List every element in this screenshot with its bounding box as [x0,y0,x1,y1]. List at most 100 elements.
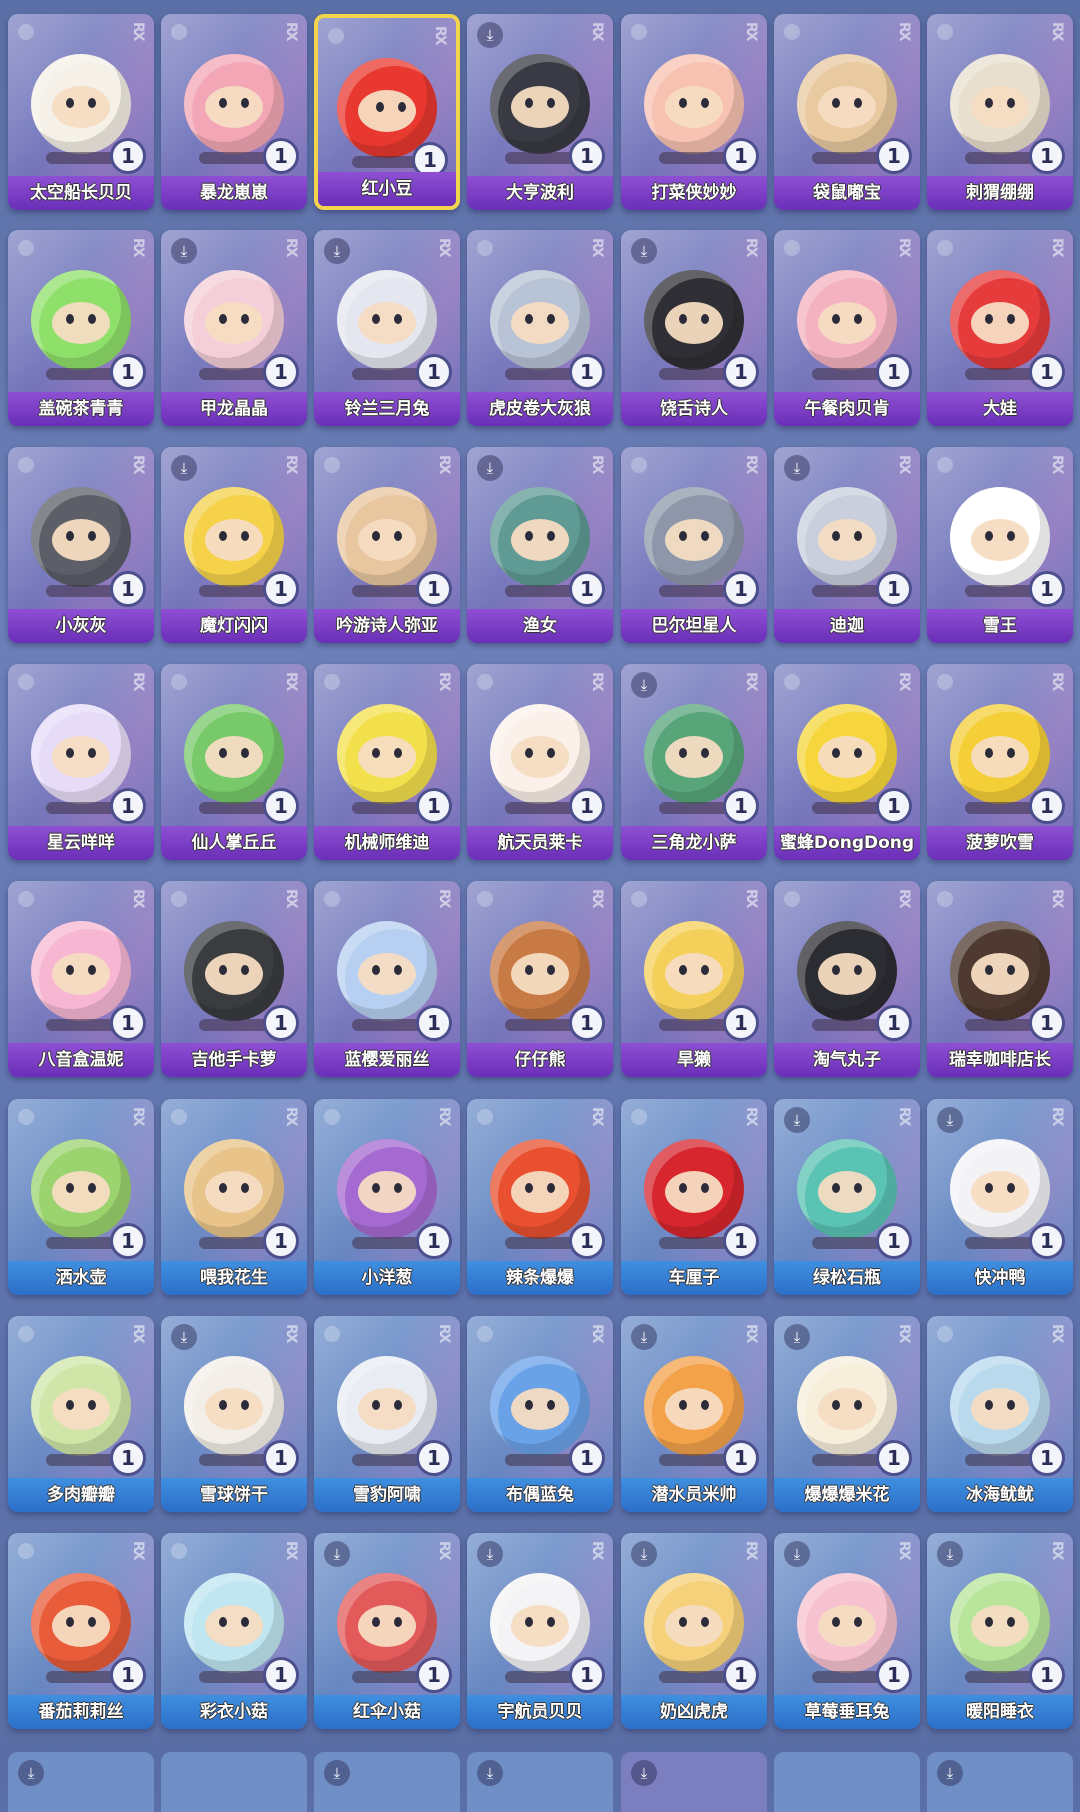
character-eye [832,965,840,975]
character-card[interactable]: RX 1 八音盒温妮 [8,881,154,1077]
download-icon[interactable]: ⤓ [631,1324,657,1350]
character-card-partial[interactable]: ⤓ [314,1752,460,1812]
character-card[interactable]: RX ⤓ 1 渔女 [467,447,613,643]
character-name: 小洋葱 [314,1261,460,1295]
character-card[interactable]: RX 1 多肉瓣瓣 [8,1316,154,1512]
character-card[interactable]: RX 1 星云咩咩 [8,664,154,860]
download-icon[interactable]: ⤓ [171,455,197,481]
character-card[interactable]: RX ⤓ 1 迪迦 [774,447,920,643]
download-icon[interactable]: ⤓ [324,1541,350,1567]
character-card[interactable]: RX ⤓ 1 铃兰三月兔 [314,230,460,426]
download-icon[interactable]: ⤓ [18,1760,44,1786]
character-card[interactable]: RX 1 辣条爆爆 [467,1099,613,1295]
download-icon[interactable]: ⤓ [477,455,503,481]
count-badge: 1 [416,1440,452,1476]
character-name: 布偶蓝兔 [467,1478,613,1512]
character-card[interactable]: RX ⤓ 1 饶舌诗人 [621,230,767,426]
character-card[interactable]: RX 1 淘气丸子 [774,881,920,1077]
character-card[interactable]: RX ⤓ 1 甲龙晶晶 [161,230,307,426]
download-icon[interactable]: ⤓ [937,1541,963,1567]
character-card[interactable]: RX 1 太空船长贝贝 [8,14,154,210]
character-card[interactable]: RX ⤓ 1 雪球饼干 [161,1316,307,1512]
download-icon[interactable]: ⤓ [784,1541,810,1567]
count-badge: 1 [1029,354,1065,390]
character-card[interactable]: RX 1 彩衣小菇 [161,1533,307,1729]
brand-logo-icon: RX [130,1541,146,1559]
character-card[interactable]: RX 1 大娃 [927,230,1073,426]
character-card[interactable]: RX 1 航天员莱卡 [467,664,613,860]
character-card[interactable]: RX 1 刺猬绷绷 [927,14,1073,210]
download-icon[interactable]: ⤓ [324,1760,350,1786]
character-card[interactable]: RX 1 菠萝吹雪 [927,664,1073,860]
character-card-partial[interactable]: ⤓ [621,1752,767,1812]
character-face [818,953,876,995]
character-card[interactable]: RX ⤓ 1 宇航员贝贝 [467,1533,613,1729]
character-card[interactable]: RX ⤓ 1 爆爆爆米花 [774,1316,920,1512]
character-card[interactable]: RX ⤓ 1 潜水员米帅 [621,1316,767,1512]
character-card[interactable]: RX ⤓ 1 红伞小菇 [314,1533,460,1729]
character-card[interactable]: RX 1 盖碗茶青青 [8,230,154,426]
download-icon[interactable]: ⤓ [171,1324,197,1350]
download-icon[interactable]: ⤓ [784,1107,810,1133]
character-card[interactable]: RX ⤓ 1 暖阳睡衣 [927,1533,1073,1729]
character-card[interactable]: RX 1 吉他手卡萝 [161,881,307,1077]
character-card[interactable]: RX 1 仙人掌丘丘 [161,664,307,860]
character-card[interactable]: RX ⤓ 1 快冲鸭 [927,1099,1073,1295]
character-card[interactable]: RX 1 冰海鱿鱿 [927,1316,1073,1512]
download-icon[interactable]: ⤓ [631,238,657,264]
download-icon[interactable]: ⤓ [631,1541,657,1567]
character-card[interactable]: RX 1 车厘子 [621,1099,767,1295]
character-card-partial[interactable] [161,1752,307,1812]
brand-logo-icon: RX [432,26,448,44]
character-card[interactable]: RX 1 蜜蜂DongDong [774,664,920,860]
download-icon[interactable]: ⤓ [324,238,350,264]
character-card[interactable]: RX 1 吟游诗人弥亚 [314,447,460,643]
character-card[interactable]: RX 1 红小豆 [314,14,460,210]
download-icon[interactable]: ⤓ [631,672,657,698]
download-icon[interactable]: ⤓ [631,1760,657,1786]
character-card[interactable]: RX 1 喂我花生 [161,1099,307,1295]
character-feet [659,1454,729,1466]
character-card[interactable]: RX 1 旱獭 [621,881,767,1077]
download-icon[interactable]: ⤓ [477,1541,503,1567]
download-icon[interactable]: ⤓ [784,1324,810,1350]
character-card[interactable]: RX ⤓ 1 三角龙小萨 [621,664,767,860]
character-card[interactable]: RX 1 雪豹阿啸 [314,1316,460,1512]
character-card[interactable]: RX ⤓ 1 魔灯闪闪 [161,447,307,643]
download-icon[interactable]: ⤓ [937,1107,963,1133]
character-card[interactable]: RX 1 袋鼠嘟宝 [774,14,920,210]
character-card[interactable]: RX 1 虎皮卷大灰狼 [467,230,613,426]
character-card-partial[interactable]: ⤓ [467,1752,613,1812]
character-card[interactable]: RX 1 雪王 [927,447,1073,643]
character-card[interactable]: RX 1 午餐肉贝肯 [774,230,920,426]
download-icon[interactable]: ⤓ [477,1760,503,1786]
count-badge: 1 [110,571,146,607]
character-card-partial[interactable] [774,1752,920,1812]
character-card[interactable]: RX ⤓ 1 草莓垂耳兔 [774,1533,920,1729]
character-card[interactable]: RX 1 巴尔坦星人 [621,447,767,643]
download-icon[interactable]: ⤓ [784,455,810,481]
character-card[interactable]: RX 1 蓝樱爱丽丝 [314,881,460,1077]
character-card[interactable]: RX 1 打菜侠妙妙 [621,14,767,210]
brand-logo-icon: RX [1049,1541,1065,1559]
brand-logo-icon: RX [589,1107,605,1125]
orb-icon [937,24,953,40]
character-card[interactable]: RX 1 瑞幸咖啡店长 [927,881,1073,1077]
download-icon[interactable]: ⤓ [477,22,503,48]
character-card-partial[interactable]: ⤓ [8,1752,154,1812]
download-icon[interactable]: ⤓ [937,1760,963,1786]
character-card[interactable]: RX 1 番茄莉莉丝 [8,1533,154,1729]
download-icon[interactable]: ⤓ [171,238,197,264]
character-card[interactable]: RX 1 布偶蓝兔 [467,1316,613,1512]
character-card[interactable]: RX 1 小灰灰 [8,447,154,643]
character-card[interactable]: RX ⤓ 1 奶凶虎虎 [621,1533,767,1729]
character-card[interactable]: RX 1 机械师维迪 [314,664,460,860]
character-eye [66,531,74,541]
character-card[interactable]: RX 1 小洋葱 [314,1099,460,1295]
character-card[interactable]: RX 1 洒水壶 [8,1099,154,1295]
character-card[interactable]: RX 1 暴龙崽崽 [161,14,307,210]
character-card[interactable]: RX 1 仔仔熊 [467,881,613,1077]
character-card[interactable]: RX ⤓ 1 绿松石瓶 [774,1099,920,1295]
character-card-partial[interactable]: ⤓ [927,1752,1073,1812]
character-card[interactable]: RX ⤓ 1 大亨波利 [467,14,613,210]
